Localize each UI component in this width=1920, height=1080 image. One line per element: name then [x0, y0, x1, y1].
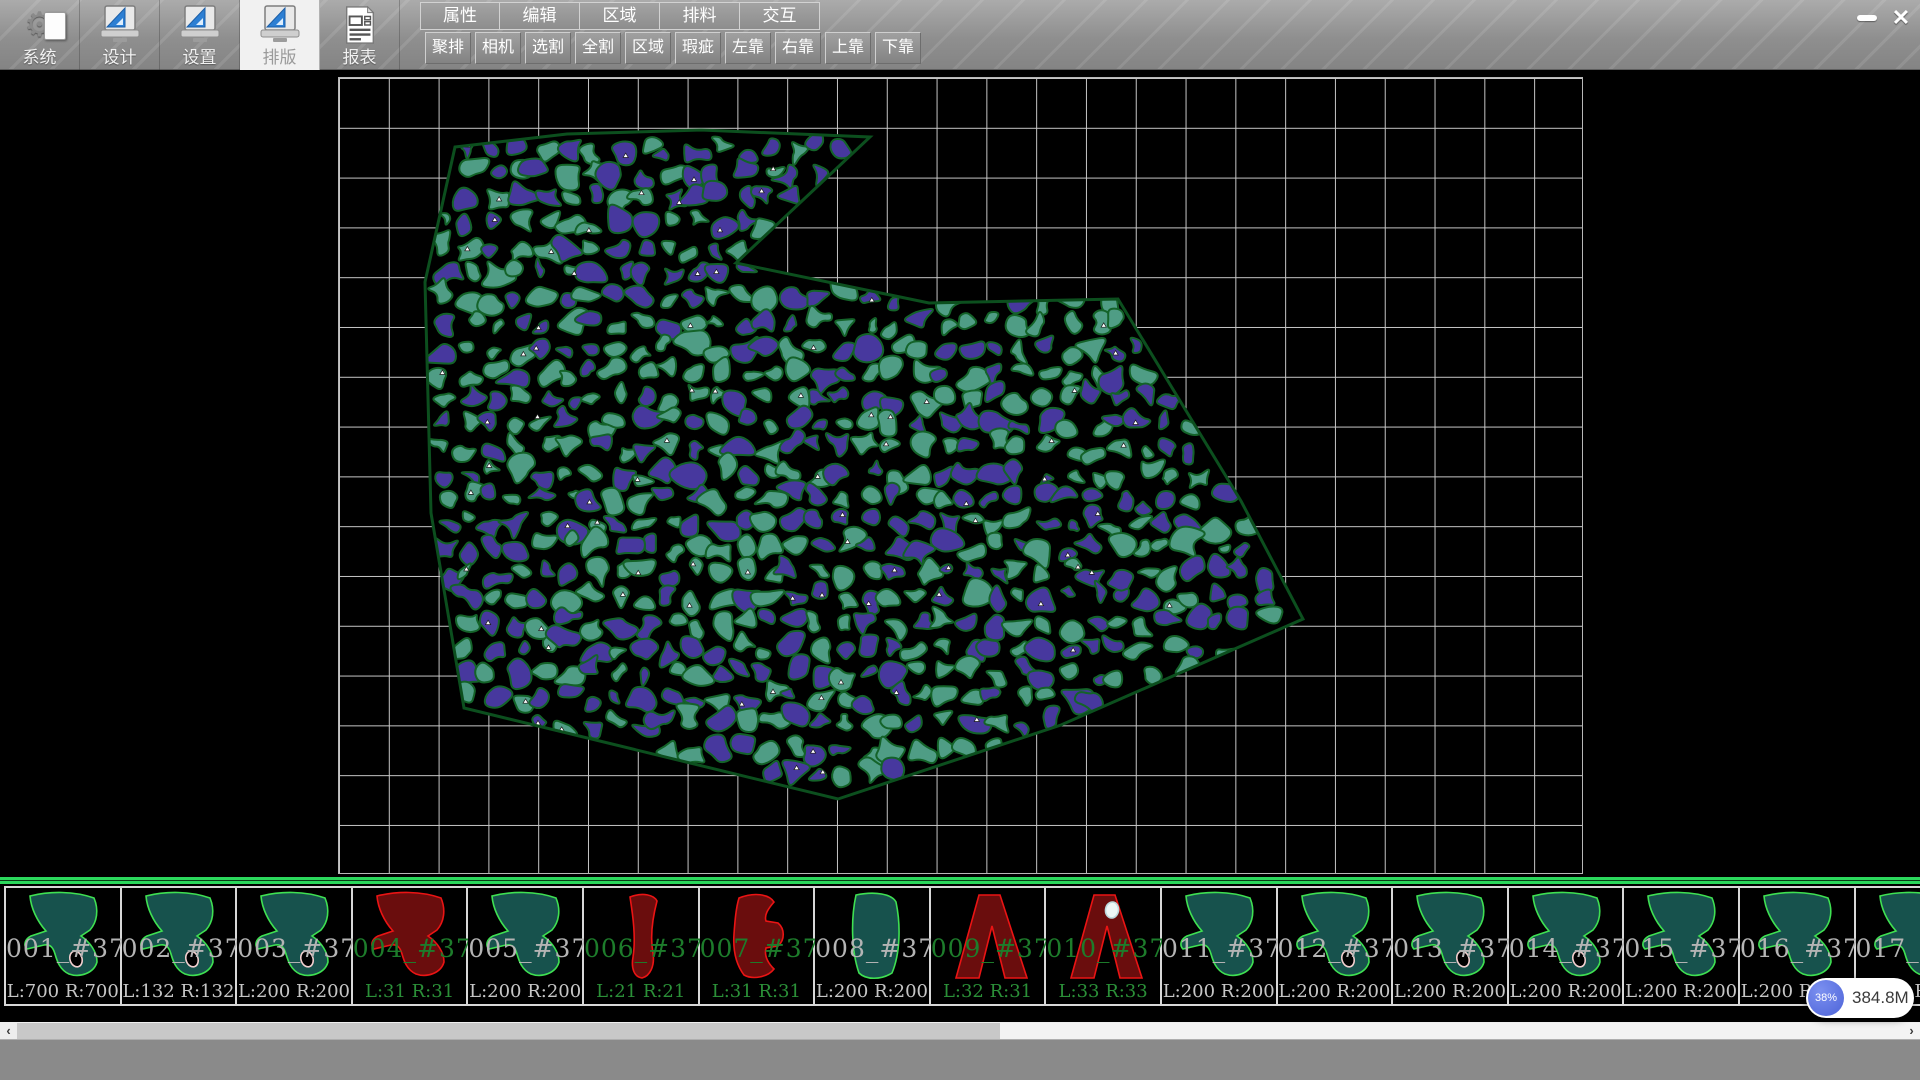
tray-part-005_#37[interactable]: 005_#37L:200 R:200 — [468, 888, 584, 1004]
action-button-聚排[interactable]: 聚排 — [425, 32, 471, 64]
tray-part-008_#37[interactable]: 008_#37L:200 R:200 — [815, 888, 931, 1004]
close-icon: ✕ — [1892, 7, 1910, 29]
parts-tray-list: 001_#37L:700 R:700002_#37L:132 R:132003_… — [4, 886, 1920, 1006]
toolbar-button-label: 排版 — [263, 48, 297, 68]
tray-part-011_#37[interactable]: 011_#37L:200 R:200 — [1162, 888, 1278, 1004]
tray-part-004_#37[interactable]: 004_#37L:31 R:31 — [353, 888, 469, 1004]
toolbar-button-label: 报表 — [343, 48, 377, 68]
part-shape-thumbnail — [1170, 890, 1270, 986]
memory-usage-label: 384.8M — [1852, 988, 1909, 1008]
action-button-相机[interactable]: 相机 — [475, 32, 521, 64]
part-shape-thumbnail — [1864, 890, 1920, 986]
main-toolbar-buttons: ⚙系统设计设置排版报表 — [0, 0, 400, 70]
tray-part-013_#37[interactable]: 013_#37L:200 R:200 — [1393, 888, 1509, 1004]
layout-icon — [258, 2, 302, 48]
menu-tab-区域[interactable]: 区域 — [580, 2, 660, 30]
close-button[interactable]: ✕ — [1888, 6, 1914, 30]
tray-part-015_#37[interactable]: 015_#37L:200 R:200 — [1624, 888, 1740, 1004]
horizontal-scrollbar[interactable]: ‹ › — [0, 1022, 1920, 1039]
toolbar-button-排版[interactable]: 排版 — [240, 0, 320, 70]
part-shape-thumbnail — [476, 890, 576, 986]
status-bar — [0, 1039, 1920, 1080]
tray-separator-line — [0, 877, 1920, 884]
part-shape-thumbnail — [823, 890, 923, 986]
action-button-区域[interactable]: 区域 — [625, 32, 671, 64]
part-shape-thumbnail — [1632, 890, 1732, 986]
toolbar-button-报表[interactable]: 报表 — [320, 0, 400, 70]
design-icon — [98, 2, 142, 48]
settings-icon — [178, 2, 222, 48]
menu-tab-编辑[interactable]: 编辑 — [500, 2, 580, 30]
tray-part-014_#37[interactable]: 014_#37L:200 R:200 — [1509, 888, 1625, 1004]
menu-tab-属性[interactable]: 属性 — [420, 2, 500, 30]
system-gear-icon: ⚙ — [24, 2, 54, 48]
part-shape-thumbnail — [130, 890, 230, 986]
minimize-icon — [1857, 15, 1877, 21]
tray-part-010_#37[interactable]: 010_#37L:33 R:33 — [1046, 888, 1162, 1004]
part-shape-thumbnail — [361, 890, 461, 986]
nesting-app-window: ⚙系统设计设置排版报表 属性编辑区域排料交互 聚排相机选割全割区域瑕疵左靠右靠上… — [0, 0, 1920, 1080]
scroll-left-button[interactable]: ‹ — [0, 1023, 17, 1040]
toolbar-button-label: 设计 — [103, 48, 137, 68]
part-shape-thumbnail — [1517, 890, 1617, 986]
tray-part-012_#37[interactable]: 012_#37L:200 R:200 — [1278, 888, 1394, 1004]
part-shape-thumbnail — [708, 890, 808, 986]
progress-pill: 38% 384.8M — [1806, 978, 1914, 1018]
parts-tray: 001_#37L:700 R:700002_#37L:132 R:132003_… — [0, 884, 1920, 1008]
menu-tab-交互[interactable]: 交互 — [740, 2, 820, 30]
menu-tab-bar: 属性编辑区域排料交互 — [420, 2, 820, 30]
part-shape-thumbnail — [1286, 890, 1386, 986]
part-shape-thumbnail — [1401, 890, 1501, 986]
tray-part-001_#37[interactable]: 001_#37L:700 R:700 — [6, 888, 122, 1004]
part-shape-thumbnail — [245, 890, 345, 986]
report-icon — [341, 2, 379, 48]
tray-part-006_#37[interactable]: 006_#37L:21 R:21 — [584, 888, 700, 1004]
scroll-right-button[interactable]: › — [1903, 1023, 1920, 1040]
tray-part-003_#37[interactable]: 003_#37L:200 R:200 — [237, 888, 353, 1004]
leather-hide-nest — [339, 78, 1584, 875]
tray-part-002_#37[interactable]: 002_#37L:132 R:132 — [122, 888, 238, 1004]
toolbar-button-label: 系统 — [23, 48, 57, 68]
toolbar-button-系统[interactable]: ⚙系统 — [0, 0, 80, 70]
action-button-右靠[interactable]: 右靠 — [775, 32, 821, 64]
part-shape-thumbnail — [592, 890, 692, 986]
action-button-下靠[interactable]: 下靠 — [875, 32, 921, 64]
action-button-上靠[interactable]: 上靠 — [825, 32, 871, 64]
tray-part-007_#37[interactable]: 007_#37L:31 R:31 — [700, 888, 816, 1004]
action-button-选割[interactable]: 选割 — [525, 32, 571, 64]
menu-tab-排料[interactable]: 排料 — [660, 2, 740, 30]
part-shape-thumbnail — [1748, 890, 1848, 986]
part-shape-thumbnail — [14, 890, 114, 986]
action-button-瑕疵[interactable]: 瑕疵 — [675, 32, 721, 64]
part-shape-thumbnail — [1054, 890, 1154, 986]
action-button-全割[interactable]: 全割 — [575, 32, 621, 64]
part-shape-thumbnail — [939, 890, 1039, 986]
progress-percent-badge: 38% — [1808, 980, 1844, 1016]
title-toolbar: ⚙系统设计设置排版报表 属性编辑区域排料交互 聚排相机选割全割区域瑕疵左靠右靠上… — [0, 0, 1920, 70]
toolbar-button-设置[interactable]: 设置 — [160, 0, 240, 70]
tray-part-009_#37[interactable]: 009_#37L:32 R:31 — [931, 888, 1047, 1004]
nesting-canvas[interactable] — [338, 77, 1583, 874]
action-button-bar: 聚排相机选割全割区域瑕疵左靠右靠上靠下靠 — [425, 32, 921, 64]
action-button-左靠[interactable]: 左靠 — [725, 32, 771, 64]
scrollbar-thumb[interactable] — [1000, 1023, 1903, 1040]
window-controls: ✕ — [1854, 6, 1914, 30]
toolbar-button-label: 设置 — [183, 48, 217, 68]
toolbar-button-设计[interactable]: 设计 — [80, 0, 160, 70]
minimize-button[interactable] — [1854, 6, 1880, 30]
